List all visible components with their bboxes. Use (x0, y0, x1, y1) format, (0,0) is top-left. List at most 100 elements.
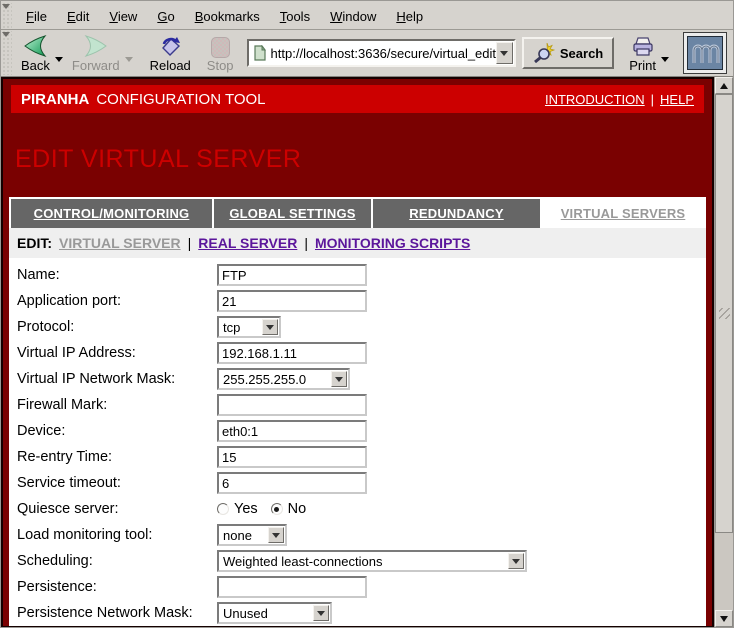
reload-icon (158, 34, 182, 58)
subnav-separator: | (304, 235, 308, 251)
field-label: Virtual IP Address: (17, 345, 217, 361)
menu-bar: File Edit View Go Bookmarks Tools Window… (1, 1, 733, 30)
form-row-protocol: Protocol: tcp (9, 314, 706, 340)
dropdown-arrow-icon (268, 527, 284, 543)
page-title: EDIT VIRTUAL SERVER (3, 113, 712, 174)
quiesce-yes-radio[interactable] (217, 503, 229, 515)
field-label: Persistence: (17, 579, 217, 595)
load-monitoring-select[interactable]: none (217, 524, 287, 546)
persistence-input[interactable] (217, 576, 367, 598)
form-row-service-timeout: Service timeout: (9, 470, 706, 496)
scrollbar-thumb[interactable] (715, 94, 733, 533)
print-button[interactable]: Print (624, 33, 661, 74)
virtual-ip-input[interactable] (217, 342, 367, 364)
chevron-down-icon (500, 51, 508, 60)
browser-viewport: PIRANHA CONFIGURATION TOOL INTRODUCTION … (1, 77, 733, 627)
menu-bookmarks[interactable]: Bookmarks (185, 5, 270, 28)
selected-value: none (223, 528, 268, 543)
virtual-server-form: Name: Application port: Protocol: tcp (9, 258, 706, 626)
forward-button[interactable]: Forward (67, 33, 125, 74)
search-button[interactable]: Search (522, 37, 614, 69)
tab-bar: CONTROL/MONITORING GLOBAL SETTINGS REDUN… (9, 197, 706, 228)
menu-go[interactable]: Go (147, 5, 184, 28)
toolbar-grippy[interactable] (1, 31, 12, 75)
virtual-ip-netmask-select[interactable]: 255.255.255.0 (217, 368, 350, 390)
application-port-input[interactable] (217, 290, 367, 312)
banner-links: INTRODUCTION | HELP (545, 92, 694, 107)
back-button[interactable]: Back (16, 33, 55, 74)
monitoring-scripts-link[interactable]: MONITORING SCRIPTS (315, 235, 470, 251)
quiesce-no-radio[interactable] (271, 503, 283, 515)
selected-value: tcp (223, 320, 262, 335)
scroll-up-button[interactable] (715, 77, 733, 94)
menu-help[interactable]: Help (386, 5, 433, 28)
service-timeout-input[interactable] (217, 472, 367, 494)
stop-button[interactable]: Stop (202, 33, 239, 74)
persistence-netmask-select[interactable]: Unused (217, 602, 332, 624)
help-link[interactable]: HELP (660, 92, 694, 107)
selected-value: Unused (223, 606, 313, 621)
field-label: Scheduling: (17, 553, 217, 569)
print-dropdown-icon[interactable] (661, 57, 669, 66)
dropdown-arrow-icon (313, 605, 329, 621)
vertical-scrollbar (714, 77, 733, 627)
forward-dropdown-icon[interactable] (125, 57, 133, 66)
menu-window[interactable]: Window (320, 5, 386, 28)
introduction-link[interactable]: INTRODUCTION (545, 92, 645, 107)
field-label: Application port: (17, 293, 217, 309)
form-row-quiesce-server: Quiesce server: Yes No (9, 496, 706, 522)
tab-virtual-servers[interactable]: VIRTUAL SERVERS (542, 199, 704, 228)
url-history-dropdown[interactable] (496, 42, 513, 64)
device-input[interactable] (217, 420, 367, 442)
field-label: Virtual IP Network Mask: (17, 371, 217, 387)
page-proxy-icon[interactable] (253, 45, 267, 61)
reload-button[interactable]: Reload (145, 33, 196, 74)
scroll-up-icon (720, 79, 728, 89)
search-icon (533, 43, 555, 63)
url-bar (247, 39, 516, 67)
selected-value: Weighted least-connections (223, 554, 508, 569)
reentry-time-input[interactable] (217, 446, 367, 468)
stop-icon (211, 34, 230, 58)
quiesce-radio-group: Yes No (217, 501, 314, 517)
brand-subtitle: CONFIGURATION TOOL (96, 91, 265, 108)
menu-file[interactable]: File (16, 5, 57, 28)
firewall-mark-input[interactable] (217, 394, 367, 416)
form-row-persistence-mask: Persistence Network Mask: Unused (9, 600, 706, 626)
tab-global-settings[interactable]: GLOBAL SETTINGS (214, 199, 371, 228)
piranha-page: PIRANHA CONFIGURATION TOOL INTRODUCTION … (1, 77, 714, 628)
dropdown-arrow-icon (331, 371, 347, 387)
field-label: Persistence Network Mask: (17, 605, 217, 621)
scrollbar-grip-icon (719, 308, 730, 319)
forward-label: Forward (72, 58, 120, 73)
field-label: Re-entry Time: (17, 449, 217, 465)
scrollbar-track[interactable] (715, 94, 733, 610)
subnav-separator: | (188, 235, 192, 251)
scheduling-select[interactable]: Weighted least-connections (217, 550, 527, 572)
menu-view[interactable]: View (99, 5, 147, 28)
field-label: Protocol: (17, 319, 217, 335)
back-dropdown-icon[interactable] (55, 57, 63, 66)
protocol-select[interactable]: tcp (217, 316, 281, 338)
toolbar-grippy[interactable] (1, 3, 12, 29)
stop-label: Stop (207, 58, 234, 73)
form-row-firewall-mark: Firewall Mark: (9, 392, 706, 418)
field-label: Quiesce server: (17, 501, 217, 517)
name-input[interactable] (217, 264, 367, 286)
url-input[interactable] (271, 46, 496, 61)
scroll-down-button[interactable] (715, 610, 733, 627)
menu-tools[interactable]: Tools (270, 5, 320, 28)
mozilla-logo-icon (687, 36, 723, 70)
form-row-virtual-ip: Virtual IP Address: (9, 340, 706, 366)
mozilla-logo-button[interactable] (683, 32, 727, 74)
menu-edit[interactable]: Edit (57, 5, 99, 28)
link-separator: | (651, 92, 654, 107)
tab-redundancy[interactable]: REDUNDANCY (373, 199, 540, 228)
quiesce-no-label: No (288, 501, 307, 517)
real-server-link[interactable]: REAL SERVER (198, 235, 297, 251)
form-row-load-monitoring: Load monitoring tool: none (9, 522, 706, 548)
tab-control-monitoring[interactable]: CONTROL/MONITORING (11, 199, 212, 228)
form-row-persistence: Persistence: (9, 574, 706, 600)
selected-value: 255.255.255.0 (223, 372, 331, 387)
forward-arrow-icon (83, 34, 109, 58)
